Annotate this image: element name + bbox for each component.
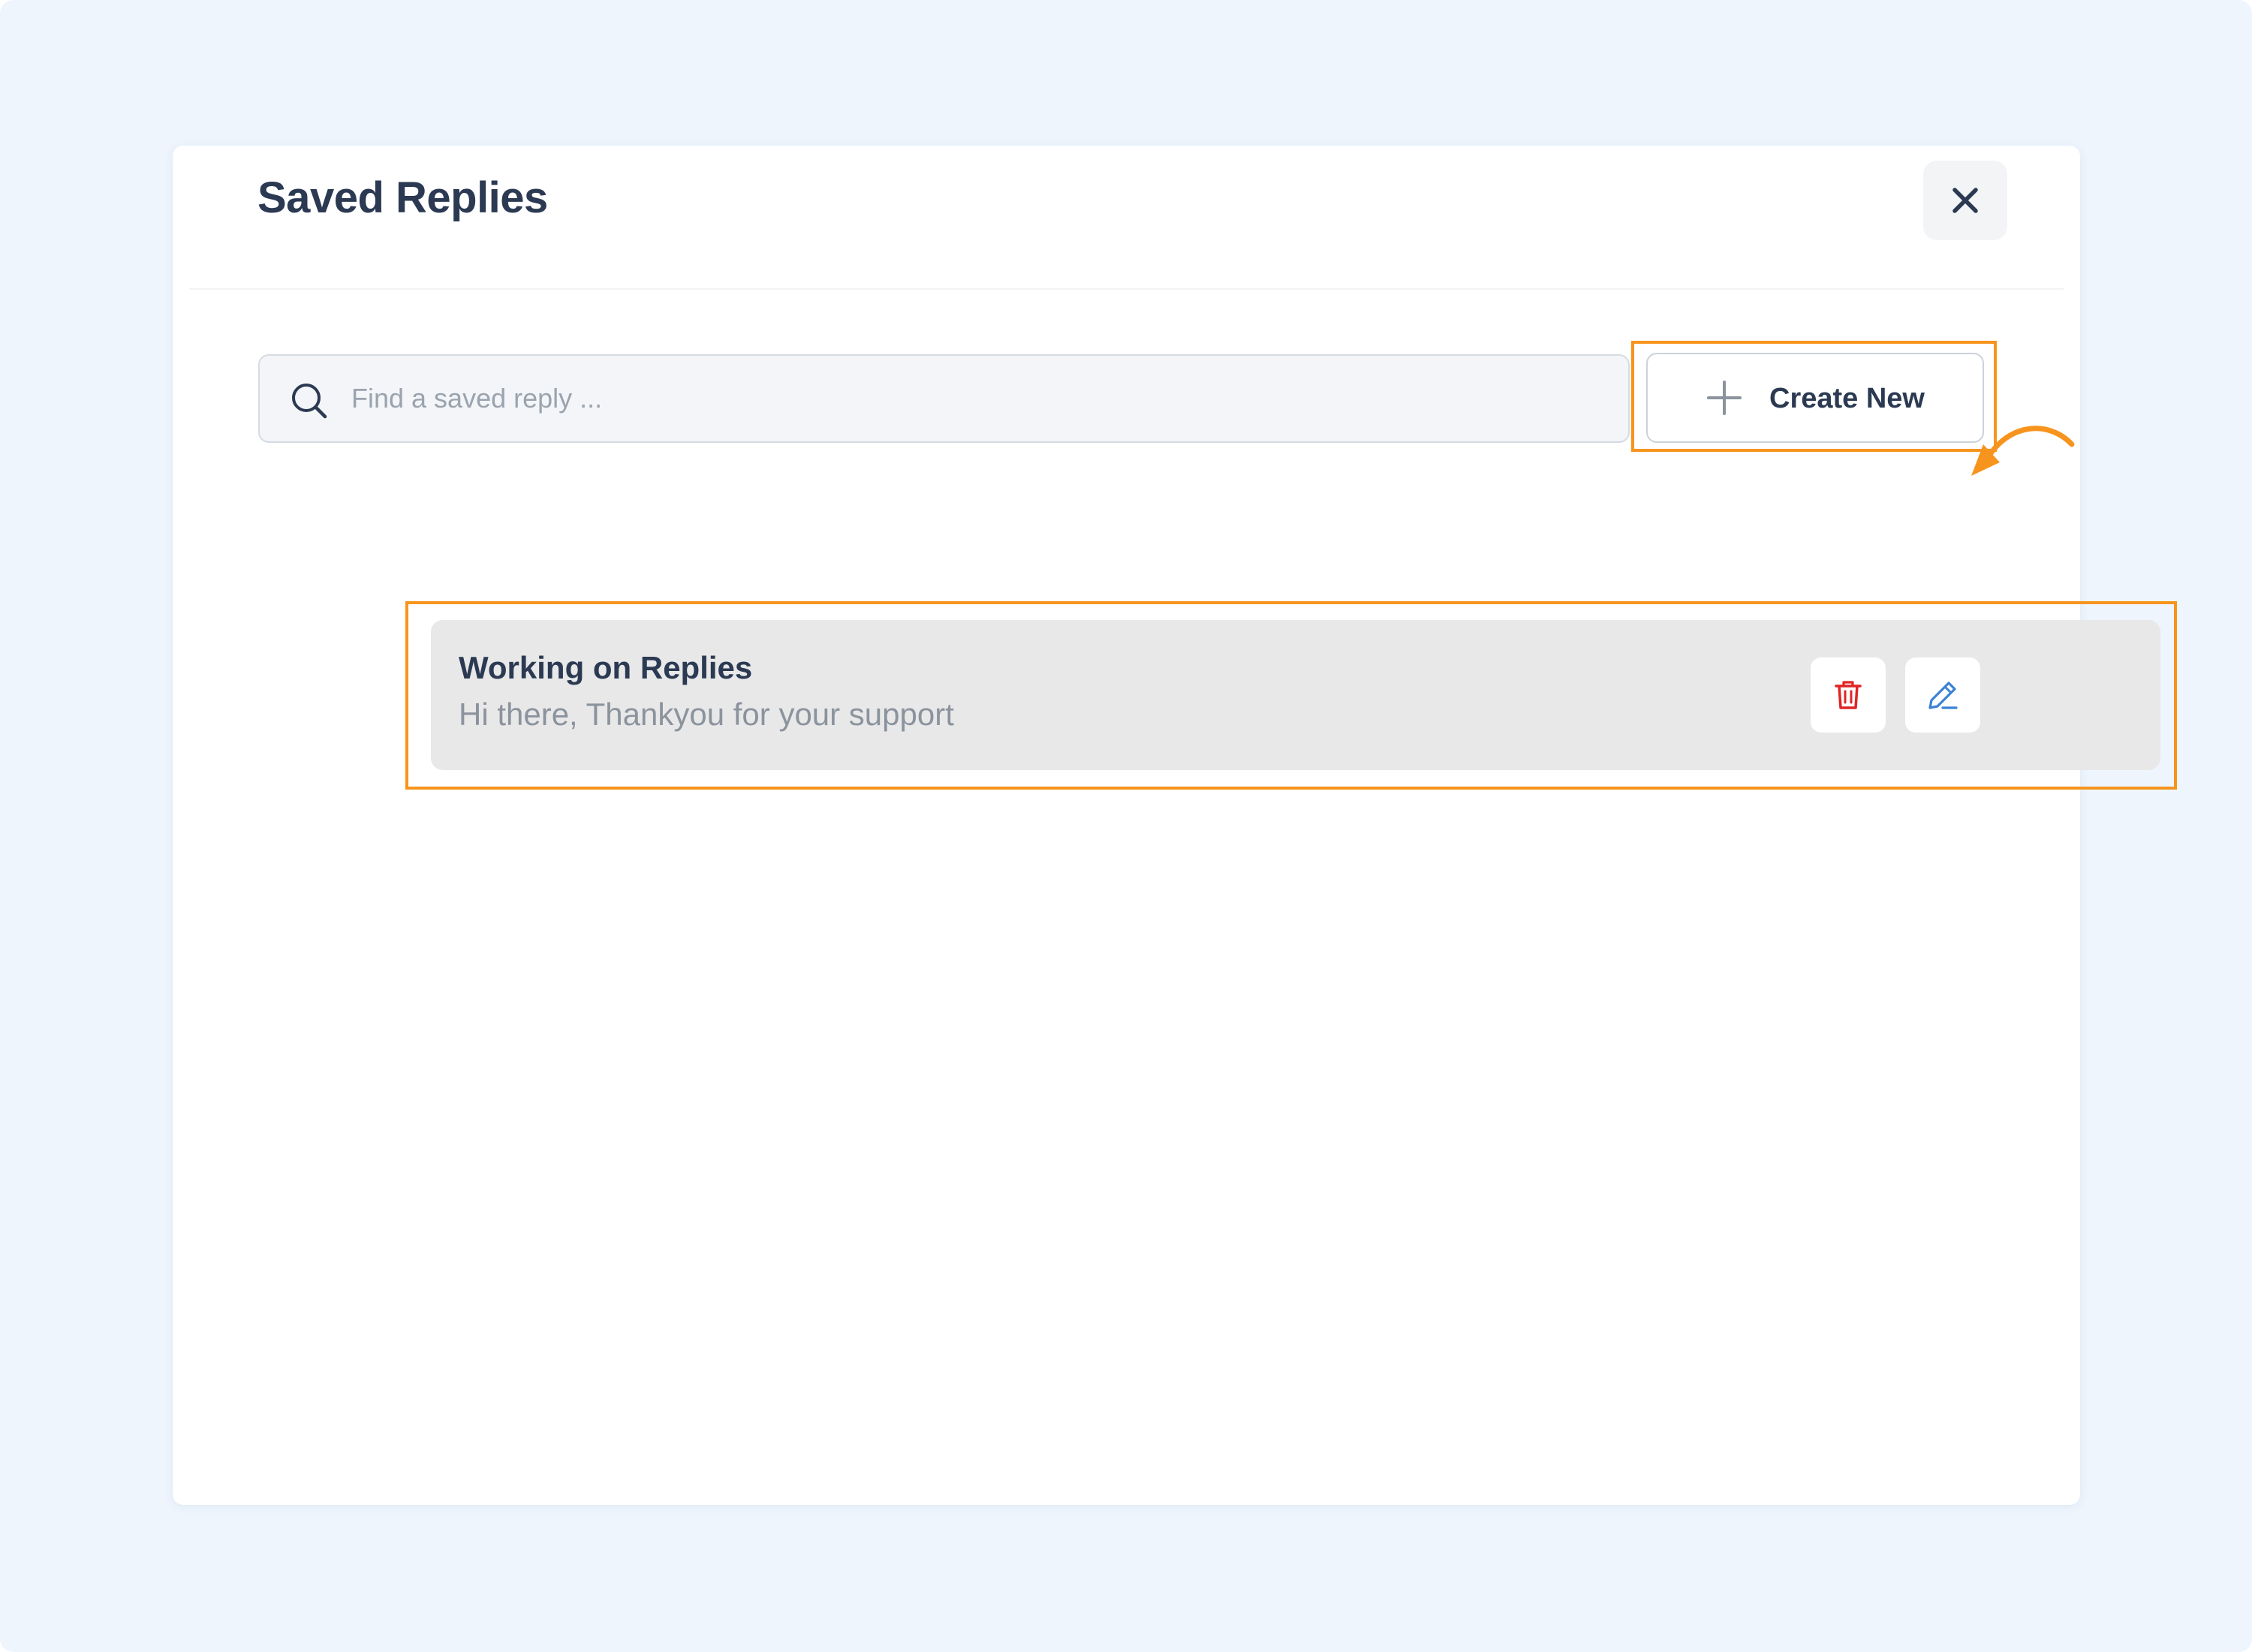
header-divider (189, 288, 2064, 290)
create-new-button[interactable]: Create New (1646, 353, 1984, 443)
plus-icon (1707, 381, 1742, 415)
modal-title: Saved Replies (257, 173, 548, 222)
curved-arrow-icon (1971, 426, 2075, 476)
saved-reply-item[interactable]: Working on Replies Hi there, Thankyou fo… (431, 620, 2160, 770)
search-input[interactable] (351, 356, 1590, 441)
search-box[interactable] (258, 354, 1630, 443)
reply-title: Working on Replies (459, 650, 753, 685)
close-button[interactable] (1923, 161, 2007, 240)
close-icon (1952, 188, 1978, 213)
saved-replies-modal: Saved Replies Create New Working on Repl… (173, 146, 2177, 1505)
create-new-label: Create New (1769, 383, 1925, 414)
edit-reply-button[interactable] (1905, 657, 1980, 733)
pencil-icon (1928, 682, 1958, 709)
trash-icon (1835, 681, 1862, 709)
search-icon (292, 384, 327, 419)
delete-reply-button[interactable] (1811, 657, 1886, 733)
reply-body: Hi there, Thankyou for your support (459, 697, 954, 732)
